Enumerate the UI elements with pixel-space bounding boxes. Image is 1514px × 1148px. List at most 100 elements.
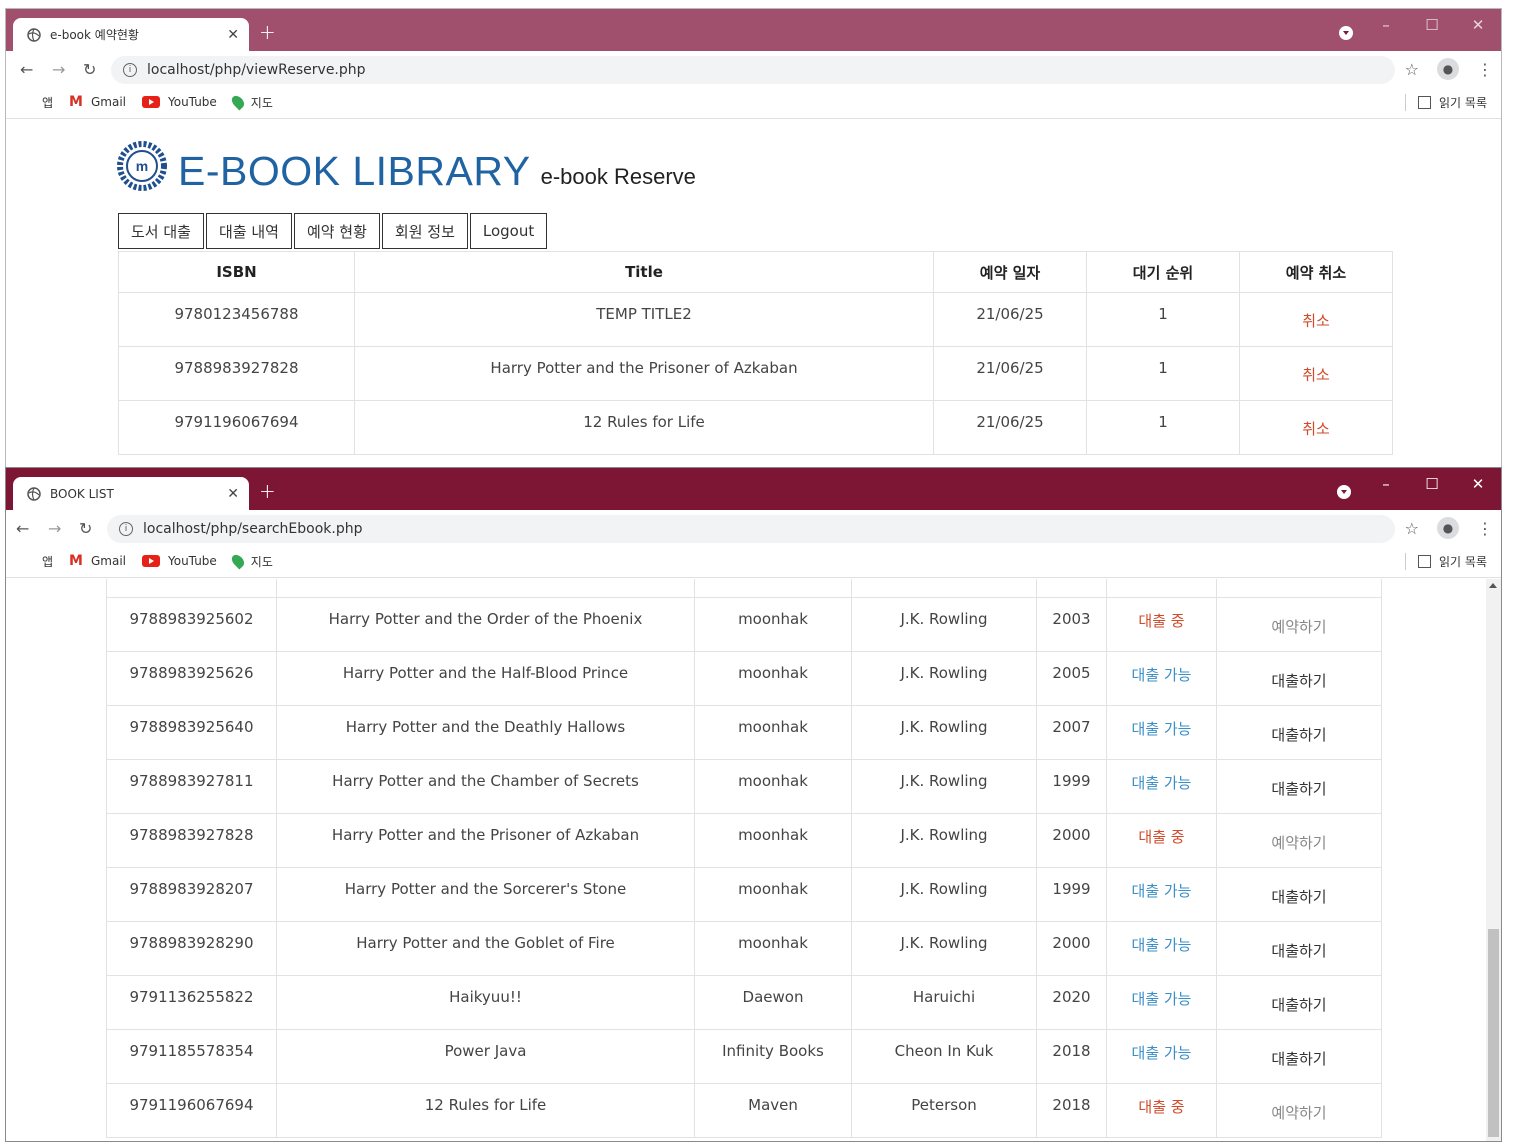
table-cell: 대출하기 xyxy=(1216,705,1382,760)
scroll-thumb[interactable] xyxy=(1488,929,1499,1137)
action-button[interactable]: 대출하기 xyxy=(1271,780,1326,798)
bookmarks-bar: 앱 M Gmail YouTube 지도 읽기 목록 xyxy=(6,86,1501,119)
table-cell: J.K. Rowling xyxy=(851,705,1037,760)
title-cell: Harry Potter and the Prisoner of Azkaban xyxy=(331,826,640,844)
bookmark-gmail[interactable]: M Gmail xyxy=(69,94,126,110)
action-button[interactable]: 대출하기 xyxy=(1271,1050,1326,1068)
url-text[interactable]: localhost/php/viewReserve.php xyxy=(147,62,366,78)
title-bar[interactable]: BOOK LIST ✕ + – ☐ ✕ xyxy=(6,468,1501,510)
forward-icon[interactable]: → xyxy=(52,60,65,79)
close-icon[interactable]: ✕ xyxy=(227,486,239,502)
publisher-cell: moonhak xyxy=(738,718,808,736)
action-button[interactable]: 대출하기 xyxy=(1271,996,1326,1014)
table-cell: moonhak xyxy=(694,813,852,868)
menu-icon[interactable]: ⋮ xyxy=(1477,60,1493,79)
reading-list[interactable]: 읽기 목록 xyxy=(1405,93,1487,111)
cancel-link[interactable]: 취소 xyxy=(1302,312,1330,330)
url-text[interactable]: localhost/php/searchEbook.php xyxy=(143,521,363,537)
menu-icon[interactable]: ⋮ xyxy=(1477,519,1493,538)
cancel-link[interactable]: 취소 xyxy=(1302,366,1330,384)
profile-icon[interactable]: ● xyxy=(1437,58,1459,80)
bookmark-maps[interactable]: 지도 xyxy=(229,93,273,111)
bookmark-youtube[interactable]: YouTube xyxy=(142,554,217,568)
table-row: 9788983925602 Harry Potter and the Order … xyxy=(106,597,1382,652)
window-controls: – ☐ ✕ xyxy=(1363,468,1501,500)
status-label: 대출 가능 xyxy=(1131,720,1192,738)
profile-icon[interactable]: ● xyxy=(1437,517,1459,539)
logo-text[interactable]: E-BOOK LIBRARY xyxy=(178,151,531,192)
action-button[interactable]: 예약하기 xyxy=(1271,1104,1326,1122)
menu-book-loan[interactable]: 도서 대출 xyxy=(118,213,204,249)
cancel-link[interactable]: 취소 xyxy=(1302,420,1330,438)
youtube-icon xyxy=(142,96,160,108)
bookmark-apps[interactable]: 앱 xyxy=(20,94,53,111)
new-tab-icon[interactable]: + xyxy=(259,479,276,503)
table-cell xyxy=(1106,579,1217,598)
action-button[interactable]: 대출하기 xyxy=(1271,888,1326,906)
action-button[interactable]: 대출하기 xyxy=(1271,726,1326,744)
table-cell: TEMP TITLE2 xyxy=(354,292,934,347)
action-button[interactable]: 예약하기 xyxy=(1271,834,1326,852)
browser-tab[interactable]: BOOK LIST ✕ xyxy=(13,477,249,510)
column-header: 대기 순위 xyxy=(1086,251,1240,293)
star-icon[interactable]: ☆ xyxy=(1405,60,1419,79)
maximize-icon[interactable]: ☐ xyxy=(1409,475,1455,493)
title-bar[interactable]: e-book 예약현황 ✕ + – ☐ ✕ xyxy=(6,9,1501,51)
isbn-cell: 9791196067694 xyxy=(174,413,299,431)
address-bar[interactable]: i localhost/php/viewReserve.php xyxy=(111,56,1395,84)
minimize-icon[interactable]: – xyxy=(1363,16,1409,34)
menu-logout[interactable]: Logout xyxy=(469,213,548,249)
table-cell: Harry Potter and the Deathly Hallows xyxy=(276,705,695,760)
reading-list[interactable]: 읽기 목록 xyxy=(1405,552,1487,570)
title-cell: Haikyuu!! xyxy=(449,988,522,1006)
table-cell: Daewon xyxy=(694,975,852,1030)
table-cell: 대출하기 xyxy=(1216,651,1382,706)
close-window-icon[interactable]: ✕ xyxy=(1455,475,1501,493)
table-cell: moonhak xyxy=(694,921,852,976)
new-tab-icon[interactable]: + xyxy=(259,20,276,44)
action-button[interactable]: 대출하기 xyxy=(1271,942,1326,960)
scrollbar[interactable] xyxy=(1486,579,1501,1141)
browser-toolbar: ← → ↻ i localhost/php/viewReserve.php ☆ … xyxy=(6,51,1501,86)
profile-icon[interactable] xyxy=(1339,26,1353,40)
table-cell: 2003 xyxy=(1036,597,1107,652)
table-cell: Harry Potter and the Chamber of Secrets xyxy=(276,759,695,814)
info-icon[interactable]: i xyxy=(119,522,133,536)
menu-reservations[interactable]: 예약 현황 xyxy=(293,213,380,249)
table-cell xyxy=(851,579,1037,598)
minimize-icon[interactable]: – xyxy=(1363,475,1409,493)
publisher-cell: Infinity Books xyxy=(722,1042,824,1060)
star-icon[interactable]: ☆ xyxy=(1405,519,1419,538)
bookmark-gmail[interactable]: M Gmail xyxy=(69,553,126,569)
close-window-icon[interactable]: ✕ xyxy=(1455,16,1501,34)
browser-tab[interactable]: e-book 예약현황 ✕ xyxy=(13,18,249,51)
status-label: 대출 가능 xyxy=(1131,774,1192,792)
back-icon[interactable]: ← xyxy=(16,519,29,538)
menu-loan-history[interactable]: 대출 내역 xyxy=(205,213,292,249)
bookmark-apps[interactable]: 앱 xyxy=(20,553,53,570)
title-cell: Harry Potter and the Order of the Phoeni… xyxy=(328,610,643,628)
action-button[interactable]: 대출하기 xyxy=(1271,672,1326,690)
address-bar[interactable]: i localhost/php/searchEbook.php xyxy=(107,515,1395,543)
author-cell: Cheon In Kuk xyxy=(894,1042,994,1060)
close-icon[interactable]: ✕ xyxy=(227,27,239,43)
reload-icon[interactable]: ↻ xyxy=(83,60,96,79)
reload-icon[interactable]: ↻ xyxy=(79,519,92,538)
menu-member-info[interactable]: 회원 정보 xyxy=(381,213,468,249)
gmail-icon: M xyxy=(69,94,83,110)
action-button[interactable]: 예약하기 xyxy=(1271,618,1326,636)
column-header: Title xyxy=(354,251,934,293)
page-content: m E-BOOK LIBRARY e-book Reserve 도서 대출 대출… xyxy=(6,120,1501,467)
isbn-cell: 9780123456788 xyxy=(174,305,299,323)
back-icon[interactable]: ← xyxy=(20,60,33,79)
year-cell: 2005 xyxy=(1052,664,1091,682)
table-cell: 9788983925640 xyxy=(106,705,277,760)
bookmark-maps[interactable]: 지도 xyxy=(229,552,273,570)
maximize-icon[interactable]: ☐ xyxy=(1409,16,1455,34)
forward-icon[interactable]: → xyxy=(48,519,61,538)
info-icon[interactable]: i xyxy=(123,63,137,77)
scroll-up-icon[interactable] xyxy=(1489,583,1497,588)
profile-icon[interactable] xyxy=(1337,485,1351,499)
bookmark-youtube[interactable]: YouTube xyxy=(142,95,217,109)
bookmark-label: 앱 xyxy=(42,95,54,110)
